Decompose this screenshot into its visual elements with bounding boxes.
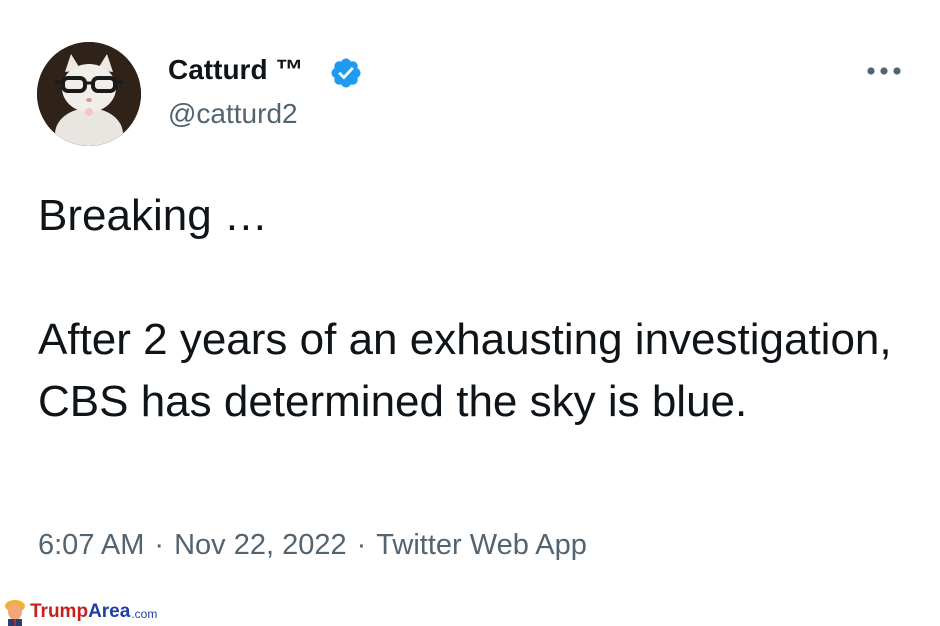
avatar[interactable]: [37, 42, 141, 146]
tweet-metadata: 6:07 AM · Nov 22, 2022 · Twitter Web App: [38, 525, 587, 565]
trump-caricature-icon: [5, 600, 25, 626]
watermark-brand-trump: Trump: [30, 601, 89, 622]
tweet-time-link[interactable]: 6:07 AM: [38, 529, 144, 561]
cat-with-glasses-avatar-icon: [37, 42, 141, 146]
tweet-source-link[interactable]: Twitter Web App: [376, 529, 587, 561]
meta-separator: ·: [356, 529, 367, 561]
tweet-date: Nov 22, 2022: [174, 529, 347, 561]
watermark-brand-area: Area: [88, 601, 131, 622]
tweet-text: Breaking … After 2 years of an exhaustin…: [38, 191, 892, 426]
more-options-button[interactable]: [862, 56, 906, 86]
display-name[interactable]: Catturd ™: [168, 52, 303, 88]
meta-separator: ·: [154, 529, 165, 561]
site-watermark: Trump Area .com: [0, 598, 218, 626]
author-handle[interactable]: @catturd2: [168, 96, 298, 132]
verified-badge-icon: [331, 58, 361, 88]
tweet-source: Twitter Web App: [376, 529, 587, 561]
tweet-time: 6:07 AM: [38, 529, 145, 561]
more-options-icon: [867, 67, 901, 75]
watermark-brand-suffix: .com: [131, 607, 158, 621]
tweet-date-link[interactable]: Nov 22, 2022: [174, 529, 347, 561]
